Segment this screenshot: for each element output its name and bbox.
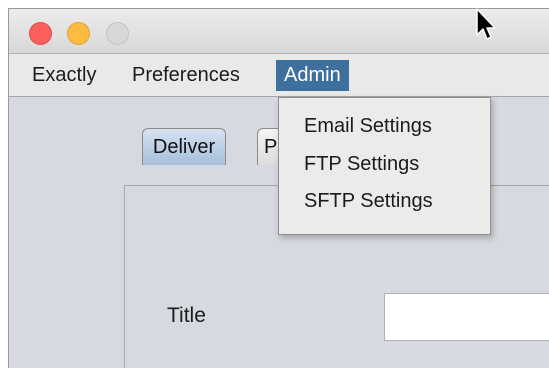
mouse-cursor-icon bbox=[476, 8, 496, 40]
menu-preferences[interactable]: Preferences bbox=[124, 60, 248, 91]
title-label: Title bbox=[167, 304, 206, 327]
minimize-window-button[interactable] bbox=[67, 22, 90, 45]
title-input[interactable] bbox=[384, 293, 549, 341]
menu-admin[interactable]: Admin bbox=[276, 60, 349, 91]
app-window: Exactly Preferences Admin Deliver P Titl… bbox=[8, 8, 549, 368]
admin-dropdown-menu: Email Settings FTP Settings SFTP Setting… bbox=[278, 97, 491, 235]
tab-deliver[interactable]: Deliver bbox=[142, 128, 226, 165]
menu-item-sftp-settings[interactable]: SFTP Settings bbox=[304, 190, 433, 213]
menu-bar: Exactly Preferences Admin bbox=[9, 54, 549, 97]
menu-item-email-settings[interactable]: Email Settings bbox=[304, 115, 432, 138]
menu-exactly[interactable]: Exactly bbox=[24, 60, 104, 91]
menu-item-ftp-settings[interactable]: FTP Settings bbox=[304, 153, 419, 176]
title-bar bbox=[9, 9, 549, 54]
close-window-button[interactable] bbox=[29, 22, 52, 45]
maximize-window-button bbox=[106, 22, 129, 45]
